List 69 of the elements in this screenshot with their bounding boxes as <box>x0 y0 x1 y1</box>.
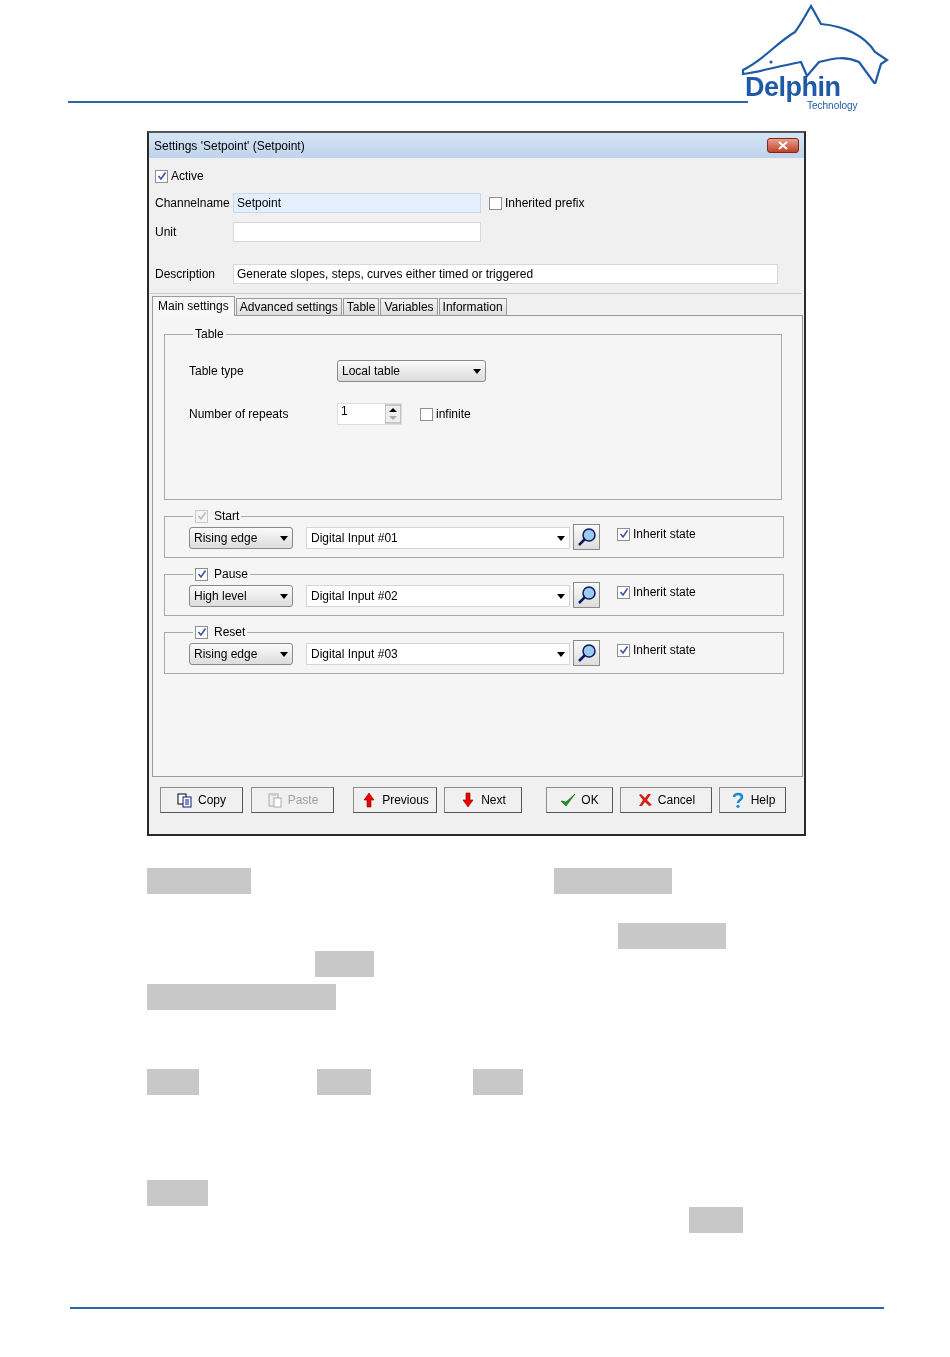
up-icon <box>361 792 378 808</box>
group-title: Start <box>214 508 240 524</box>
search-button[interactable] <box>573 640 600 666</box>
copy-button[interactable]: Copy <box>160 787 243 813</box>
unit-field[interactable] <box>233 222 481 242</box>
caret-icon <box>557 651 565 657</box>
inherit-checkbox[interactable] <box>617 585 630 599</box>
redacted-block <box>473 1069 523 1095</box>
field-label: Table type <box>189 364 245 378</box>
caret-icon <box>557 593 565 599</box>
channelname-field[interactable]: Setpoint <box>233 193 481 213</box>
tab[interactable]: Main settings <box>152 296 235 316</box>
window-title: Settings 'Setpoint' (Setpoint) <box>154 138 305 153</box>
search-button[interactable] <box>573 582 600 608</box>
field-label: Description <box>155 267 217 281</box>
close-icon <box>778 141 788 150</box>
inherited-prefix-checkbox[interactable] <box>489 196 502 210</box>
active-checkbox[interactable] <box>155 169 168 183</box>
checkbox-label: Inherit state <box>633 643 696 657</box>
down-icon <box>460 792 477 808</box>
table-type-dropdown[interactable]: Local table <box>337 360 486 382</box>
caret-icon <box>473 368 481 374</box>
redacted-block <box>317 1069 371 1095</box>
redacted-block <box>689 1207 743 1233</box>
group-title: Reset <box>214 624 246 640</box>
tab[interactable]: Table <box>342 298 380 315</box>
trigger-checkbox[interactable] <box>195 567 208 581</box>
cancel-icon <box>636 792 653 808</box>
caret-icon <box>280 535 288 541</box>
infinite-checkbox[interactable] <box>420 407 433 421</box>
help-button[interactable]: Help <box>719 787 786 813</box>
trigger-checkbox[interactable] <box>195 625 208 639</box>
inherit-checkbox[interactable] <box>617 643 630 657</box>
description-field[interactable]: Generate slopes, steps, curves either timed or triggered <box>233 264 778 284</box>
cancel-button[interactable]: Cancel <box>620 787 712 813</box>
tab[interactable]: Variables <box>380 298 438 315</box>
close-button[interactable] <box>767 138 799 153</box>
ok-button[interactable]: OK <box>546 787 613 813</box>
tab[interactable]: Information <box>438 298 507 315</box>
redacted-block <box>315 951 374 977</box>
input-combo-box[interactable]: Digital Input #03 <box>306 643 570 665</box>
search-button[interactable] <box>573 524 600 550</box>
group-title: Table <box>195 326 224 342</box>
group-title: Pause <box>214 566 249 582</box>
redacted-block <box>147 1069 199 1095</box>
field-label: Channelname <box>155 196 231 210</box>
input-combo-box[interactable]: Digital Input #02 <box>306 585 570 607</box>
field-label: Number of repeats <box>189 407 290 421</box>
trigger-mode-dropdown[interactable]: High level <box>189 585 293 607</box>
tab[interactable]: Advanced settings <box>235 298 342 315</box>
up-button[interactable]: Previous <box>353 787 437 813</box>
checkbox-label: infinite <box>436 407 471 421</box>
checkbox-label: Inherit state <box>633 527 696 541</box>
copy-icon <box>177 792 193 808</box>
paste-icon <box>266 792 283 808</box>
checkbox-label: Active <box>171 169 204 183</box>
down-button[interactable]: Next <box>444 787 522 813</box>
trigger-mode-dropdown[interactable]: Rising edge <box>189 643 293 665</box>
repeats-spinner[interactable]: 1 <box>337 403 402 425</box>
field-label: Unit <box>155 225 178 239</box>
checkbox-label: Inherited prefix <box>505 196 585 210</box>
caret-icon <box>280 651 288 657</box>
redacted-block <box>147 1180 208 1206</box>
logo-wordmark: Delphin <box>745 72 841 102</box>
checkbox-label: Inherit state <box>633 585 696 599</box>
ok-icon <box>560 792 577 808</box>
caret-icon <box>280 593 288 599</box>
logo-tagline: Technology <box>807 100 858 112</box>
caret-icon <box>557 535 565 541</box>
